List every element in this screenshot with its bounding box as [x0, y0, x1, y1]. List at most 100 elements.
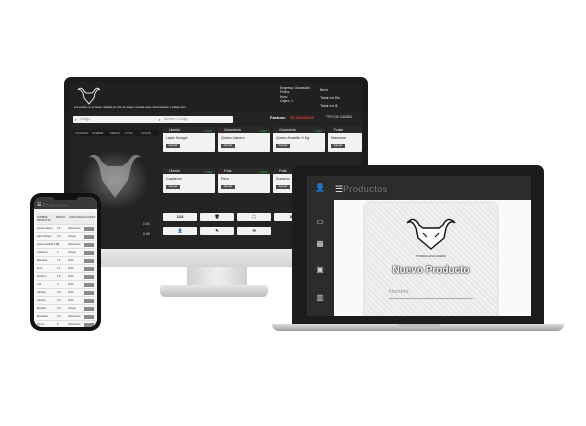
fullscreen-button[interactable]: ⛶ [237, 213, 271, 221]
product-card[interactable]: Charcutería 1-500 Queso Llanero Agregar [218, 127, 270, 152]
product-name: Cuaderno [166, 177, 182, 181]
product-category: Frutas [334, 127, 344, 132]
user-icon[interactable]: 👤 [314, 182, 326, 194]
row-action-button[interactable] [84, 242, 94, 247]
menu-icon[interactable]: ☰ [335, 184, 343, 195]
total-usd-label: Total en $ [320, 103, 338, 108]
product-card[interactable]: Libreria 1-500 Cuaderno Agregar [163, 168, 215, 193]
cell-price: 1.5 [57, 259, 61, 262]
cell-name: Uva [37, 283, 42, 286]
add-button[interactable]: Agregar [221, 185, 235, 189]
cell-category: Fruta [68, 259, 74, 262]
col-acciones: ACCIONES [83, 216, 96, 219]
inbox-icon[interactable]: ▣ [314, 264, 326, 276]
cell-price: 0.6 [57, 299, 61, 302]
brand-label: TORRES ESCUDERO [415, 254, 447, 258]
cell-price: 0.8 [57, 291, 61, 294]
col-categoria: CATEGORIA [69, 216, 83, 219]
product-name: Durazno [276, 177, 290, 181]
cell-category: Charcutería [68, 227, 81, 230]
row-action-button[interactable] [84, 266, 94, 271]
phone-notch [53, 196, 78, 200]
table-header: NOMBRE PRODUCTO PRECIO CATEGORIA ACCIONE… [36, 212, 96, 225]
add-button[interactable]: Agregar [166, 144, 180, 148]
product-search-input[interactable]: ⌕ Nombre / Código [157, 116, 233, 123]
laptop-notch [398, 324, 440, 327]
cell-category: Fruta [68, 299, 74, 302]
laptop-screen: 👤 ▭ ▦ ▣ ▥ ☰ Productos TORRES ESCUDERO Nu… [307, 176, 531, 316]
phone-table: NOMBRE PRODUCTO PRECIO CATEGORIA ACCIONE… [36, 212, 96, 327]
product-category: Libreria [169, 168, 180, 173]
name-field[interactable] [389, 298, 473, 299]
cell-price: 0.5 [57, 235, 61, 238]
row-action-button[interactable] [84, 234, 94, 239]
row-action-button[interactable] [84, 226, 94, 231]
product-stock: 1-500 [204, 128, 212, 133]
form-title: Nuevo Producto [392, 265, 470, 276]
code-search-input[interactable]: ⌕ Código [73, 116, 159, 123]
col-nombre: NOMBRE PRODUCTO [37, 216, 51, 222]
phone-page-title: Productos [43, 203, 68, 209]
chart-icon[interactable]: ▥ [314, 292, 326, 304]
product-card[interactable]: Frutas Manzana Agregar [328, 127, 362, 152]
cell-name: Queso Llanero [37, 227, 53, 230]
add-button[interactable]: Agregar [166, 185, 180, 189]
row-action-button[interactable] [84, 298, 94, 303]
product-card[interactable]: Libreria 1-500 Lápiz Mongol Agregar [163, 127, 215, 152]
add-button[interactable]: Agregar [331, 144, 345, 148]
col-accion: ACCIÓN [141, 131, 152, 135]
col-precio: PRECIO [110, 131, 120, 135]
row-action-button[interactable] [84, 290, 94, 295]
table-row: Borrador 0.3 Libreria [36, 305, 95, 313]
cell-price: 6 [57, 243, 59, 246]
product-card[interactable]: Fruta 1-500 Pera Agregar [218, 168, 270, 193]
user-button[interactable]: 👤 [163, 227, 197, 235]
row-action-button[interactable] [84, 282, 94, 287]
cell-price: 1.2 [57, 267, 61, 270]
product-card[interactable]: Charcutería 1-500 Queso Amarillo X Kg Agr… [273, 127, 325, 152]
code-search-placeholder: Código [80, 117, 91, 121]
add-button[interactable]: Agregar [276, 185, 290, 189]
bull-logo-icon [406, 218, 456, 250]
table-row: Naranja 0.8 Fruta [36, 289, 95, 297]
row-action-button[interactable] [84, 258, 94, 263]
cell-name: Manzana [37, 259, 47, 262]
value-1: 0.00 [143, 222, 150, 226]
cell-price: 2 [57, 251, 59, 254]
row-action-button[interactable] [84, 322, 94, 327]
menu-icon[interactable]: ☰ [37, 202, 41, 208]
product-name: Pera [221, 177, 229, 181]
table-row: Jamón 5 Charcutería [36, 321, 95, 327]
product-category: Charcutería [224, 127, 241, 132]
keypad-123-button[interactable]: 123 [163, 213, 197, 221]
row-action-button[interactable] [84, 274, 94, 279]
trash-button[interactable]: 🗑 [200, 213, 234, 221]
row-action-button[interactable] [84, 306, 94, 311]
add-button[interactable]: Agregar [221, 144, 235, 148]
boxes-icon[interactable]: ▦ [314, 238, 326, 250]
col-nombre: NOMBRE [92, 131, 104, 135]
edit-button[interactable]: ✎ [200, 227, 234, 235]
monitor-neck [187, 267, 247, 287]
header-info: Empresa: Ghostsolid Fecha: Hora: Cajero:… [280, 86, 310, 105]
cell-price: 5 [57, 323, 59, 326]
col-total: TOTAL [125, 131, 134, 135]
cart-columns: CANTIDAD NOMBRE PRECIO TOTAL ACCIÓN [73, 130, 159, 136]
laptop-header: ☰ Productos [334, 176, 531, 200]
row-action-button[interactable] [84, 314, 94, 319]
value-2: 0.00 [143, 232, 150, 236]
product-category: Charcutería [279, 127, 296, 132]
cell-price: 0.3 [57, 307, 61, 310]
col-precio: PRECIO [56, 216, 66, 219]
add-button[interactable]: Agregar [276, 144, 290, 148]
cell-category: Libreria [68, 307, 76, 310]
row-action-button[interactable] [84, 250, 94, 255]
refresh-button[interactable]: ⟲ [237, 227, 271, 235]
total-bs-label: Total en Bs [320, 95, 340, 100]
cell-category: Libreria [68, 235, 76, 238]
table-row: Pera 1.2 Fruta [36, 265, 95, 273]
col-cantidad: CANTIDAD [75, 131, 89, 135]
monitor-icon[interactable]: ▭ [314, 216, 326, 228]
cell-name: Borrador [37, 307, 47, 310]
cell-name: Cambur [37, 299, 46, 302]
